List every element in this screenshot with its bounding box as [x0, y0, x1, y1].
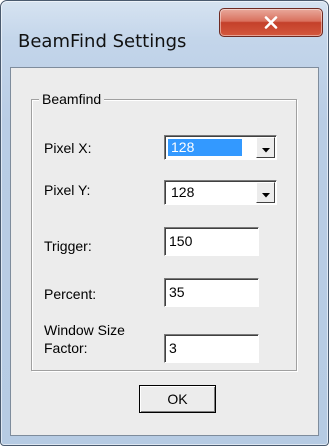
chevron-down-icon — [261, 138, 270, 157]
groupbox-legend: Beamfind — [39, 91, 105, 107]
pixel-x-value: 128 — [168, 139, 242, 156]
pixel-x-label: Pixel X: — [44, 140, 92, 156]
percent-input[interactable]: 35 — [164, 278, 259, 307]
close-button[interactable] — [219, 8, 323, 37]
close-icon — [264, 16, 278, 29]
window-size-factor-label-line2: Factor: — [44, 340, 88, 356]
pixel-y-combobox[interactable]: 128 — [164, 180, 277, 205]
pixel-y-dropdown-button[interactable] — [256, 182, 275, 203]
settings-dialog-window: BeamFind Settings Beamfind Pixel X: 128 … — [0, 0, 329, 446]
window-title: BeamFind Settings — [18, 31, 187, 52]
chevron-down-icon — [261, 183, 270, 202]
window-size-factor-label-line1: Window Size — [44, 322, 125, 338]
trigger-label: Trigger: — [44, 238, 92, 254]
trigger-input[interactable]: 150 — [164, 227, 259, 256]
pixel-y-value: 128 — [171, 184, 195, 200]
pixel-y-label: Pixel Y: — [44, 182, 91, 198]
ok-button[interactable]: OK — [139, 385, 216, 413]
dialog-client-area: Beamfind Pixel X: 128 Pixel Y: 128 Trigg… — [10, 67, 319, 436]
percent-label: Percent: — [44, 286, 97, 302]
pixel-x-combobox[interactable]: 128 — [164, 135, 277, 160]
pixel-x-dropdown-button[interactable] — [256, 137, 275, 158]
window-size-factor-input[interactable]: 3 — [164, 334, 259, 363]
